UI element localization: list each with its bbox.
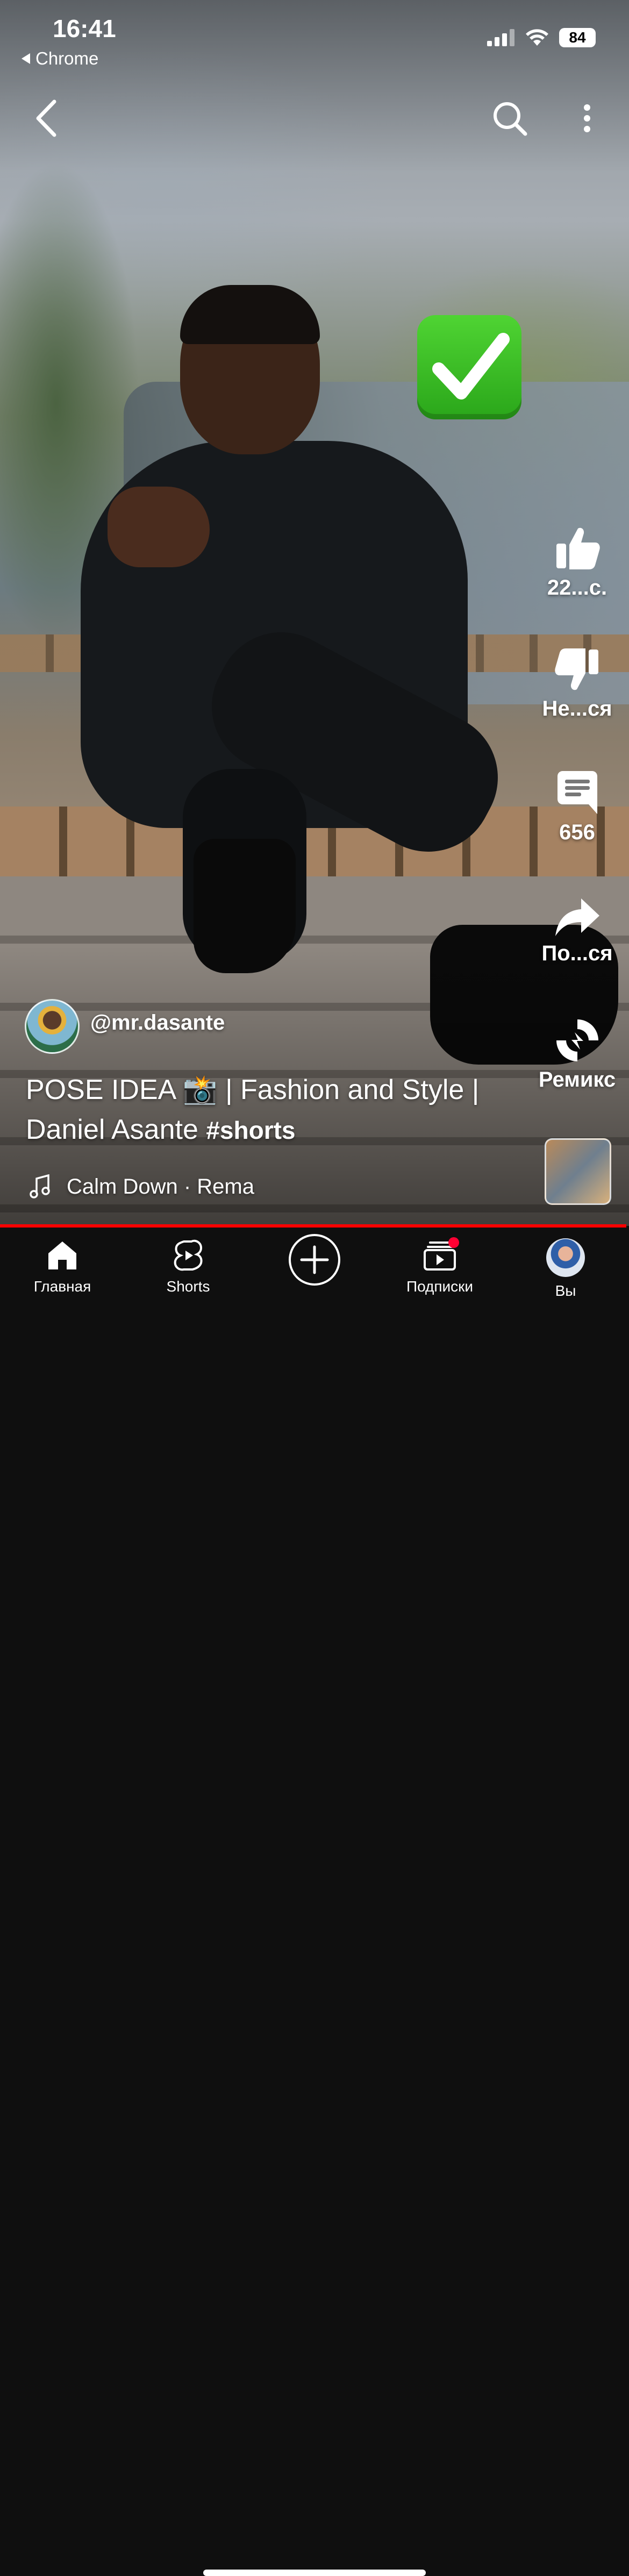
channel-handle[interactable]: @mr.dasante [90,1011,225,1035]
nav-subscriptions[interactable]: Подписки [386,1237,494,1295]
person-hand [108,487,210,567]
bottom-navigation: Главная Shorts Подписки Вы [0,1228,629,2576]
thumbs-down-icon [554,648,598,690]
nav-shorts[interactable]: Shorts [134,1238,242,1295]
dislike-button[interactable]: Не...ся [530,645,624,721]
more-button[interactable] [573,97,601,140]
more-vert-icon [584,104,590,132]
remix-icon [556,1019,598,1061]
remix-button[interactable]: Ремикс [530,1016,624,1092]
thumbs-up-icon [556,527,600,569]
nav-create[interactable] [261,1233,368,1287]
wifi-icon [526,29,548,46]
back-to-app-link[interactable]: Chrome [20,48,98,69]
nav-home-label: Главная [33,1278,91,1295]
share-icon [555,898,599,936]
like-count: 22...с. [547,576,607,600]
nav-you[interactable]: Вы [512,1238,619,1300]
nav-home[interactable]: Главная [9,1238,116,1295]
like-button[interactable]: 22...с. [530,524,624,600]
comment-icon [557,771,597,814]
home-icon [48,1241,76,1269]
back-triangle-icon [22,53,30,64]
sound-thumbnail[interactable] [545,1138,611,1205]
nav-you-label: Вы [555,1282,576,1299]
remix-label: Ремикс [538,1068,616,1091]
comments-count: 656 [559,820,595,844]
back-button[interactable] [27,97,65,140]
dislike-label: Не...ся [542,697,612,720]
comments-button[interactable]: 656 [530,769,624,845]
search-icon [494,102,527,136]
battery-indicator: 84 [559,28,596,47]
chevron-left-icon [36,99,56,137]
channel-avatar[interactable] [25,999,80,1054]
nav-subscriptions-label: Подписки [406,1278,474,1295]
person-hair [180,285,320,344]
video-title[interactable]: POSE IDEA 📸 | Fashion and Style | Daniel… [26,1070,531,1150]
video-hashtag[interactable]: #shorts [206,1116,295,1144]
checkmark-emoji-overlay [417,315,521,419]
avatar [546,1238,585,1277]
status-time: 16:41 [53,15,116,42]
signal-icon [487,29,514,46]
music-track: Calm Down · Rema [67,1174,254,1198]
shorts-icon [174,1239,203,1271]
share-label: По...ся [541,941,613,965]
search-button[interactable] [488,97,531,140]
music-note-icon [30,1174,50,1198]
music-info[interactable]: Calm Down · Rema [29,1174,254,1199]
nav-shorts-label: Shorts [166,1278,210,1295]
create-plus-icon [289,1234,340,1286]
status-indicators: 84 [487,28,596,47]
status-bar: 16:41 Chrome 84 [0,0,629,75]
share-button[interactable]: По...ся [530,895,624,966]
home-indicator [203,2570,426,2576]
back-app-label: Chrome [35,48,99,68]
notification-dot [448,1237,459,1248]
